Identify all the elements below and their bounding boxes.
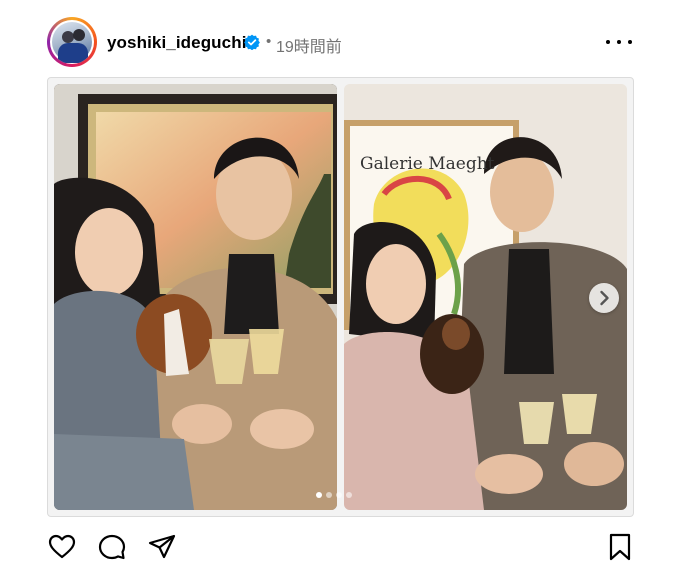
carousel-dot <box>346 492 352 498</box>
carousel-next-button[interactable] <box>589 283 619 313</box>
post-timestamp[interactable]: 19時間前 <box>276 33 342 57</box>
photo-right-illustration <box>344 84 627 510</box>
poster-text: Galerie Maeght <box>360 154 495 174</box>
post-photo-right[interactable]: Galerie Maeght <box>344 84 627 510</box>
post-photo-left[interactable] <box>54 84 337 510</box>
carousel-dot <box>326 492 332 498</box>
post-header: yoshiki_ideguchi • 19時間前 <box>0 0 687 82</box>
send-icon[interactable] <box>147 532 177 562</box>
username-link[interactable]: yoshiki_ideguchi <box>107 33 247 53</box>
chevron-right-icon <box>600 290 609 306</box>
more-dot <box>617 40 621 44</box>
more-dot <box>606 40 610 44</box>
separator-dot: • <box>266 33 272 50</box>
heart-icon[interactable] <box>47 532 77 562</box>
verified-badge-icon <box>244 34 260 50</box>
more-options-button[interactable] <box>606 32 632 52</box>
carousel-dot-active <box>316 492 322 498</box>
avatar-image <box>52 22 92 63</box>
action-bar <box>0 528 687 568</box>
avatar[interactable] <box>50 20 94 64</box>
bookmark-icon[interactable] <box>605 532 635 562</box>
carousel-dot <box>336 492 342 498</box>
photo-left-illustration <box>54 84 337 510</box>
carousel-indicator <box>316 491 366 499</box>
more-dot <box>628 40 632 44</box>
avatar-story-ring[interactable] <box>47 17 97 67</box>
comment-icon[interactable] <box>97 532 127 562</box>
